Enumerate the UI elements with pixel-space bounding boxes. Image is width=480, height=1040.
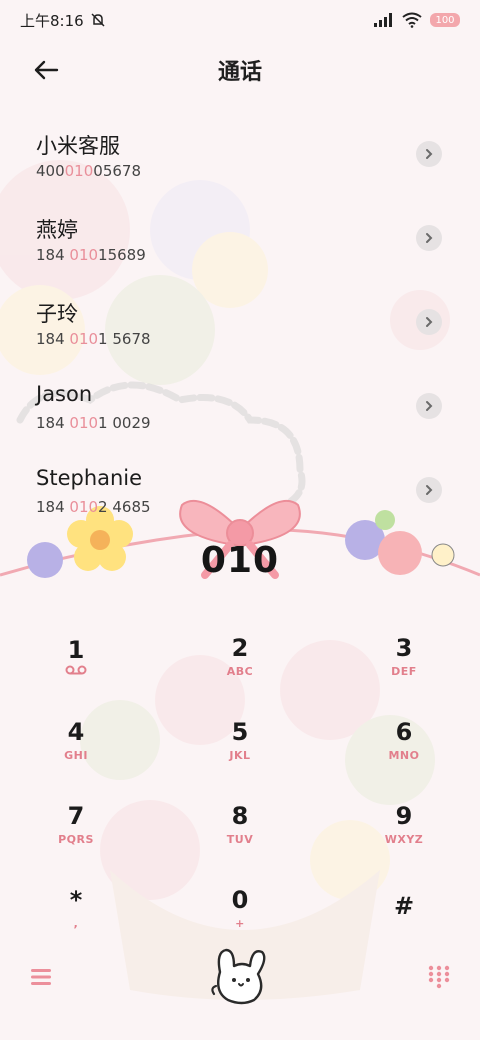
key-letters: + [235, 916, 245, 930]
key-letters: DEF [391, 664, 417, 678]
key-4[interactable]: 4 GHI [36, 704, 116, 774]
list-item[interactable]: 小米客服 40001005678 [0, 122, 480, 206]
key-9[interactable]: 9 WXYZ [364, 788, 444, 858]
key-digit: 0 [231, 885, 249, 914]
dialed-number[interactable]: 010 [201, 540, 279, 581]
key-6[interactable]: 6 MNO [364, 704, 444, 774]
chevron-right-icon [426, 149, 433, 159]
dial-display: 010 [0, 530, 480, 590]
dial-keypad: 1 2 ABC 3 DEF 4 GHI 5 JKL 6 MNO 7 PQRS 8… [36, 620, 444, 942]
wifi-icon [402, 12, 422, 28]
list-item[interactable]: 子玲 184 0101 5678 [0, 290, 480, 374]
key-digit: 9 [395, 801, 413, 830]
key-2[interactable]: 2 ABC [116, 620, 364, 690]
chevron-right-icon [426, 401, 433, 411]
key-8[interactable]: 8 TUV [116, 788, 364, 858]
details-button[interactable] [416, 309, 442, 335]
chevron-right-icon [426, 485, 433, 495]
menu-icon [31, 969, 51, 985]
key-digit: 4 [67, 717, 85, 746]
contact-number: 40001005678 [36, 162, 141, 180]
key-5[interactable]: 5 JKL [116, 704, 364, 774]
key-digit: * [69, 885, 83, 914]
arrow-left-icon [34, 60, 59, 80]
contact-name: 燕婷 [36, 218, 78, 242]
details-button[interactable] [416, 393, 442, 419]
status-bar: 上午8:16 100 [0, 0, 480, 40]
page-title: 通话 [217, 60, 262, 85]
key-letters: PQRS [58, 832, 94, 846]
bunny-call-icon [211, 948, 266, 1005]
contact-list: 小米客服 40001005678 燕婷 184 01015689 子玲 184 … [0, 122, 480, 542]
key-digit: 6 [395, 717, 413, 746]
key-7[interactable]: 7 PQRS [36, 788, 116, 858]
list-item[interactable]: 燕婷 184 01015689 [0, 206, 480, 290]
key-letters: WXYZ [384, 832, 424, 846]
key-3[interactable]: 3 DEF [364, 620, 444, 690]
contact-number: 184 0102 4685 [36, 498, 151, 516]
contact-name: Jason [36, 382, 93, 406]
key-letters: GHI [64, 748, 88, 762]
menu-button[interactable] [28, 964, 54, 990]
key-letters: , [73, 916, 79, 930]
chevron-right-icon [426, 233, 433, 243]
status-left: 上午8:16 [20, 10, 106, 31]
back-button[interactable] [28, 52, 64, 88]
bottom-bar [0, 940, 480, 1010]
key-letters: ABC [226, 664, 254, 678]
key-star[interactable]: * , [36, 872, 116, 942]
battery-indicator: 100 [430, 13, 460, 27]
dialpad-icon [428, 965, 450, 989]
details-button[interactable] [416, 477, 442, 503]
contact-name: Stephanie [36, 466, 143, 490]
key-letters: TUV [226, 832, 254, 846]
key-letters: MNO [388, 748, 420, 762]
key-digit: 3 [395, 633, 413, 662]
contact-number: 184 0101 0029 [36, 414, 151, 432]
list-item[interactable]: Jason 184 0101 0029 [0, 374, 480, 458]
details-button[interactable] [416, 225, 442, 251]
status-time: 上午8:16 [20, 11, 84, 30]
signal-icon [374, 13, 392, 27]
chevron-right-icon [426, 317, 433, 327]
key-digit: 7 [67, 801, 85, 830]
key-1[interactable]: 1 [36, 620, 116, 690]
details-button[interactable] [416, 141, 442, 167]
header: 通话 [0, 40, 480, 100]
key-hash[interactable]: # [364, 872, 444, 942]
contact-name: 小米客服 [36, 134, 120, 158]
key-digit: 5 [231, 717, 249, 746]
key-0[interactable]: 0 + [116, 872, 364, 942]
key-digit: 8 [231, 801, 249, 830]
contact-number: 184 01015689 [36, 246, 146, 264]
key-digit: 1 [67, 636, 85, 664]
status-right: 100 [374, 12, 460, 28]
key-digit: 2 [231, 633, 249, 662]
call-button[interactable] [206, 944, 274, 1008]
key-letters: JKL [229, 748, 251, 762]
keypad-toggle-button[interactable] [426, 964, 452, 990]
silent-bell-icon [91, 13, 105, 27]
voicemail-icon [65, 665, 87, 675]
contact-number: 184 0101 5678 [36, 330, 151, 348]
key-digit: # [393, 892, 415, 920]
contact-name: 子玲 [36, 302, 78, 326]
